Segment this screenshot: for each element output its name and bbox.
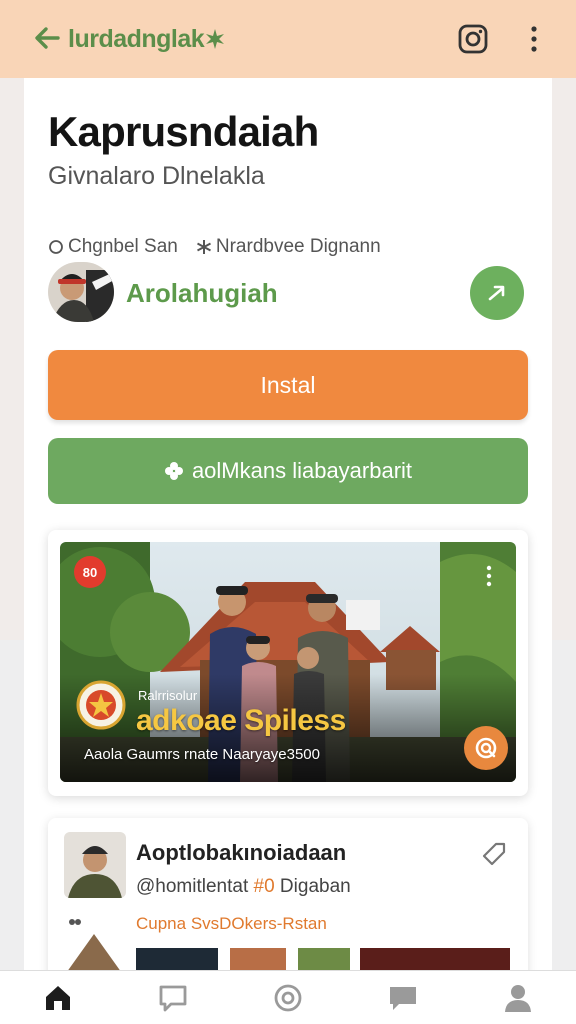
home-icon [45, 985, 70, 1010]
post-card[interactable]: Aoptlobakınoiadaan @homitlentat #0 Digab… [48, 818, 528, 988]
feature-caption: Aaola Gaumrs rnate Naaryaye3500 [84, 746, 320, 763]
secondary-button-label: aolMkans liabayarbarit [191, 458, 413, 483]
nav-home[interactable] [40, 980, 76, 1016]
arrow-up-right-icon [488, 285, 505, 301]
meta-item-1: Chgnbel San [48, 236, 178, 258]
post-tag-prefix: @homitlentat [136, 876, 254, 897]
nav-messages[interactable] [385, 980, 421, 1016]
post-tag-highlight[interactable]: #0 [254, 876, 275, 897]
bottom-navigation [0, 970, 576, 1024]
chat-bubble-icon [159, 985, 187, 1011]
feature-small-text: Ralrrisolur [138, 688, 198, 703]
app-title: Kaprusndaiah [48, 108, 319, 155]
post-link[interactable]: Cupna SvsDOkers-Rstan [136, 914, 327, 934]
clover-icon [164, 462, 183, 480]
meta-item-2: Nrardbvee Dignann [196, 236, 381, 258]
emblem-icon [76, 680, 126, 730]
profile-icon [505, 984, 532, 1012]
developer-avatar[interactable] [48, 262, 114, 322]
developer-name[interactable]: Arolahugiah [126, 278, 278, 309]
feature-card[interactable]: 80 Ralrrisolur adkoae Spiless Aaola Gaum… [48, 530, 528, 796]
share-button[interactable] [470, 266, 524, 320]
nav-chat[interactable] [155, 980, 191, 1016]
post-avatar[interactable] [64, 832, 126, 898]
app-brand: lurdadnglak [68, 25, 205, 53]
post-tag-suffix: Digaban [274, 876, 351, 897]
message-icon [390, 986, 417, 1010]
asterisk-icon [196, 240, 211, 254]
leaf-icon [206, 29, 224, 49]
install-button[interactable]: Instal [48, 350, 528, 420]
feature-image: 80 Ralrrisolur adkoae Spiless Aaola Gaum… [60, 542, 516, 782]
post-tags: @homitlentat #0 Digaban [136, 876, 351, 898]
feature-action-button[interactable] [464, 726, 508, 770]
feature-headline: adkoae Spiless [136, 704, 346, 737]
feature-badge: 80 [74, 556, 106, 588]
meta-text-2: Nrardbvee Dignann [215, 236, 381, 257]
circle-icon [49, 240, 63, 254]
more-vertical-icon[interactable] [524, 24, 544, 54]
tag-icon[interactable] [480, 840, 508, 868]
nav-profile[interactable] [500, 980, 536, 1016]
at-sign-icon [274, 984, 302, 1011]
arrow-left-icon[interactable] [32, 23, 62, 53]
instagram-icon[interactable] [457, 23, 489, 55]
app-subtitle: Givnalaro Dlnelakla [48, 162, 265, 190]
avatar-image [48, 262, 114, 322]
nav-mentions[interactable] [270, 980, 306, 1016]
avatar-image [64, 832, 126, 898]
app-bar: lurdadnglak [0, 0, 576, 78]
app-meta: Chgnbel San Nrardbvee Dignann [48, 236, 381, 258]
meta-text-1: Chgnbel San [68, 236, 178, 257]
secondary-action-button[interactable]: aolMkans liabayarbarit [48, 438, 528, 504]
at-sign-icon [475, 737, 497, 759]
more-vertical-icon[interactable] [484, 564, 494, 588]
post-title: Aoptlobakınoiadaan [136, 840, 347, 865]
